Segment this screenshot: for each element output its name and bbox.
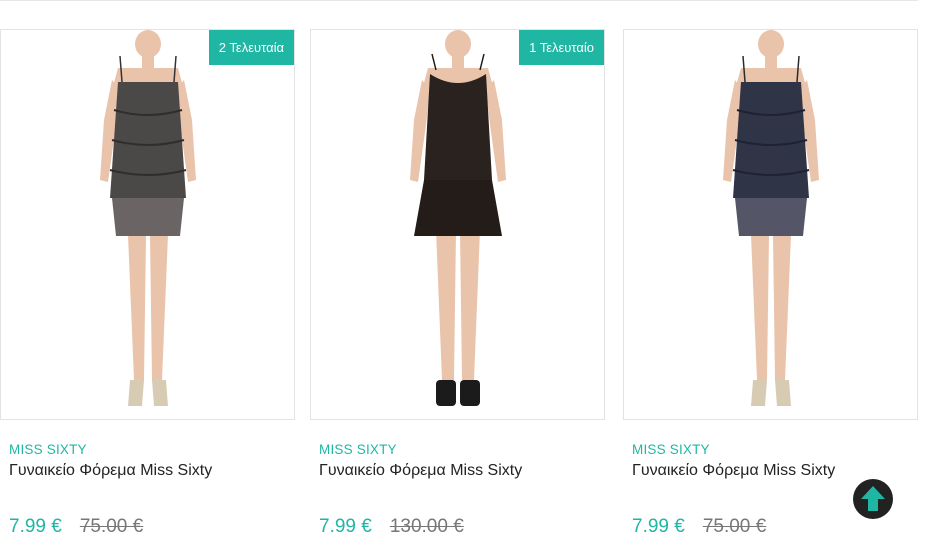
product-photo [722, 30, 819, 406]
product-brand[interactable]: MISS SIXTY [9, 442, 87, 457]
product-image-frame[interactable]: 1 Τελευταίο [310, 29, 605, 420]
sale-price: 7.99 € [319, 516, 372, 537]
dress-bottom [413, 180, 502, 236]
dress-top [732, 82, 809, 198]
product-title[interactable]: Γυναικείο Φόρεμα Miss Sixty [319, 462, 522, 480]
product-image-frame[interactable] [623, 29, 918, 420]
dress-top [423, 74, 492, 180]
product-card[interactable]: 2 Τελευταία MISS SIXTY Γυναικείο Φόρεμα … [0, 29, 295, 537]
dress-bottom [734, 198, 807, 236]
product-brand[interactable]: MISS SIXTY [319, 442, 397, 457]
top-divider [0, 0, 918, 1]
original-price: 75.00 € [702, 516, 767, 537]
scroll-to-top-button[interactable] [853, 479, 893, 519]
product-card[interactable]: 1 Τελευταίο MISS SIXTY Γυναικείο Φόρεμα … [310, 29, 605, 537]
arrow-up-icon [861, 486, 885, 511]
product-card[interactable]: MISS SIXTY Γυναικείο Φόρεμα Miss Sixty 7… [623, 29, 918, 537]
product-photo [409, 30, 506, 406]
product-title[interactable]: Γυναικείο Φόρεμα Miss Sixty [9, 462, 212, 480]
sale-price: 7.99 € [632, 516, 685, 537]
stock-badge: 1 Τελευταίο [519, 30, 604, 65]
dress-bottom [111, 198, 184, 236]
product-photo [99, 30, 196, 406]
original-price: 130.00 € [389, 516, 464, 537]
product-image-frame[interactable]: 2 Τελευταία [0, 29, 295, 420]
stock-badge: 2 Τελευταία [208, 30, 294, 65]
original-price: 75.00 € [79, 516, 144, 537]
product-title[interactable]: Γυναικείο Φόρεμα Miss Sixty [632, 462, 835, 480]
sale-price: 7.99 € [9, 516, 62, 537]
product-brand[interactable]: MISS SIXTY [632, 442, 710, 457]
dress-top [109, 82, 186, 198]
